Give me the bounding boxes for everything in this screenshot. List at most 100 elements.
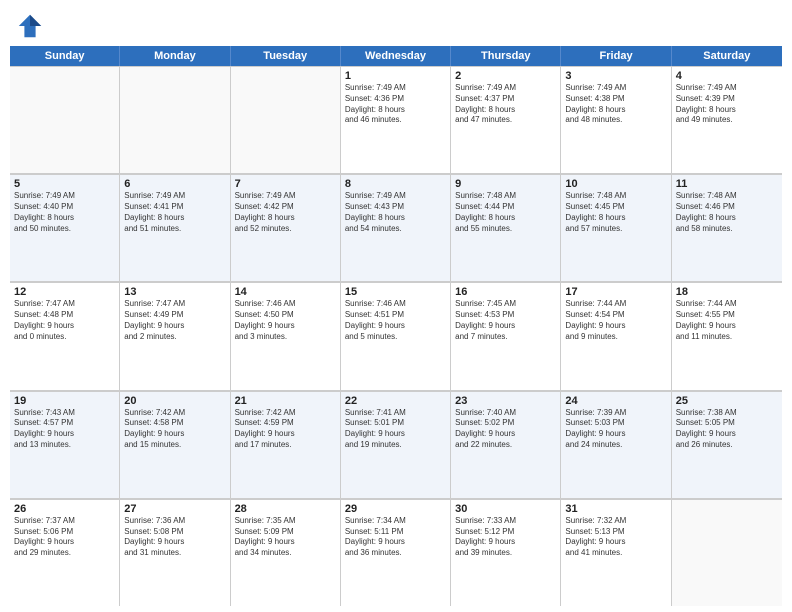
day-info: Sunrise: 7:41 AM Sunset: 5:01 PM Dayligh… [345, 408, 446, 451]
day-info: Sunrise: 7:49 AM Sunset: 4:36 PM Dayligh… [345, 83, 446, 126]
day-number: 17 [565, 286, 666, 298]
day-cell: 17Sunrise: 7:44 AM Sunset: 4:54 PM Dayli… [561, 282, 671, 389]
day-number: 10 [565, 178, 666, 190]
day-number: 27 [124, 503, 225, 515]
day-info: Sunrise: 7:44 AM Sunset: 4:55 PM Dayligh… [676, 299, 778, 342]
day-cell: 21Sunrise: 7:42 AM Sunset: 4:59 PM Dayli… [231, 391, 341, 498]
day-number: 26 [14, 503, 115, 515]
day-number: 9 [455, 178, 556, 190]
day-number: 6 [124, 178, 225, 190]
day-cell: 9Sunrise: 7:48 AM Sunset: 4:44 PM Daylig… [451, 174, 561, 281]
day-header-thursday: Thursday [451, 46, 561, 66]
day-number: 20 [124, 395, 225, 407]
logo [16, 12, 48, 40]
day-number: 23 [455, 395, 556, 407]
day-info: Sunrise: 7:49 AM Sunset: 4:37 PM Dayligh… [455, 83, 556, 126]
day-cell: 15Sunrise: 7:46 AM Sunset: 4:51 PM Dayli… [341, 282, 451, 389]
day-cell: 14Sunrise: 7:46 AM Sunset: 4:50 PM Dayli… [231, 282, 341, 389]
day-number: 30 [455, 503, 556, 515]
day-info: Sunrise: 7:45 AM Sunset: 4:53 PM Dayligh… [455, 299, 556, 342]
weeks: 1Sunrise: 7:49 AM Sunset: 4:36 PM Daylig… [10, 66, 782, 606]
day-header-monday: Monday [120, 46, 230, 66]
day-cell: 31Sunrise: 7:32 AM Sunset: 5:13 PM Dayli… [561, 499, 671, 606]
day-number: 3 [565, 70, 666, 82]
day-header-saturday: Saturday [672, 46, 782, 66]
day-info: Sunrise: 7:49 AM Sunset: 4:41 PM Dayligh… [124, 191, 225, 234]
day-number: 25 [676, 395, 778, 407]
day-cell: 10Sunrise: 7:48 AM Sunset: 4:45 PM Dayli… [561, 174, 671, 281]
day-info: Sunrise: 7:37 AM Sunset: 5:06 PM Dayligh… [14, 516, 115, 559]
day-cell: 3Sunrise: 7:49 AM Sunset: 4:38 PM Daylig… [561, 66, 671, 173]
day-number: 28 [235, 503, 336, 515]
day-number: 15 [345, 286, 446, 298]
day-cell: 8Sunrise: 7:49 AM Sunset: 4:43 PM Daylig… [341, 174, 451, 281]
day-number: 2 [455, 70, 556, 82]
day-info: Sunrise: 7:48 AM Sunset: 4:45 PM Dayligh… [565, 191, 666, 234]
logo-icon [16, 12, 44, 40]
day-cell: 5Sunrise: 7:49 AM Sunset: 4:40 PM Daylig… [10, 174, 120, 281]
calendar: SundayMondayTuesdayWednesdayThursdayFrid… [0, 46, 792, 612]
week-row: 19Sunrise: 7:43 AM Sunset: 4:57 PM Dayli… [10, 391, 782, 499]
day-info: Sunrise: 7:35 AM Sunset: 5:09 PM Dayligh… [235, 516, 336, 559]
week-row: 5Sunrise: 7:49 AM Sunset: 4:40 PM Daylig… [10, 174, 782, 282]
page: SundayMondayTuesdayWednesdayThursdayFrid… [0, 0, 792, 612]
day-number: 5 [14, 178, 115, 190]
day-cell-empty [120, 66, 230, 173]
day-info: Sunrise: 7:42 AM Sunset: 4:59 PM Dayligh… [235, 408, 336, 451]
day-headers: SundayMondayTuesdayWednesdayThursdayFrid… [10, 46, 782, 66]
day-cell: 16Sunrise: 7:45 AM Sunset: 4:53 PM Dayli… [451, 282, 561, 389]
day-info: Sunrise: 7:49 AM Sunset: 4:40 PM Dayligh… [14, 191, 115, 234]
day-number: 7 [235, 178, 336, 190]
day-info: Sunrise: 7:33 AM Sunset: 5:12 PM Dayligh… [455, 516, 556, 559]
week-row: 1Sunrise: 7:49 AM Sunset: 4:36 PM Daylig… [10, 66, 782, 174]
day-number: 12 [14, 286, 115, 298]
day-info: Sunrise: 7:36 AM Sunset: 5:08 PM Dayligh… [124, 516, 225, 559]
day-number: 18 [676, 286, 778, 298]
day-cell: 29Sunrise: 7:34 AM Sunset: 5:11 PM Dayli… [341, 499, 451, 606]
day-info: Sunrise: 7:46 AM Sunset: 4:51 PM Dayligh… [345, 299, 446, 342]
day-cell-empty [10, 66, 120, 173]
day-info: Sunrise: 7:46 AM Sunset: 4:50 PM Dayligh… [235, 299, 336, 342]
day-cell: 22Sunrise: 7:41 AM Sunset: 5:01 PM Dayli… [341, 391, 451, 498]
day-cell: 23Sunrise: 7:40 AM Sunset: 5:02 PM Dayli… [451, 391, 561, 498]
day-cell-empty [672, 499, 782, 606]
day-cell: 28Sunrise: 7:35 AM Sunset: 5:09 PM Dayli… [231, 499, 341, 606]
day-info: Sunrise: 7:47 AM Sunset: 4:48 PM Dayligh… [14, 299, 115, 342]
day-cell: 4Sunrise: 7:49 AM Sunset: 4:39 PM Daylig… [672, 66, 782, 173]
day-cell: 1Sunrise: 7:49 AM Sunset: 4:36 PM Daylig… [341, 66, 451, 173]
day-number: 8 [345, 178, 446, 190]
day-header-sunday: Sunday [10, 46, 120, 66]
day-number: 13 [124, 286, 225, 298]
day-number: 29 [345, 503, 446, 515]
day-cell: 24Sunrise: 7:39 AM Sunset: 5:03 PM Dayli… [561, 391, 671, 498]
day-info: Sunrise: 7:44 AM Sunset: 4:54 PM Dayligh… [565, 299, 666, 342]
day-info: Sunrise: 7:34 AM Sunset: 5:11 PM Dayligh… [345, 516, 446, 559]
day-number: 16 [455, 286, 556, 298]
header [0, 0, 792, 46]
day-info: Sunrise: 7:49 AM Sunset: 4:43 PM Dayligh… [345, 191, 446, 234]
week-row: 26Sunrise: 7:37 AM Sunset: 5:06 PM Dayli… [10, 499, 782, 606]
day-info: Sunrise: 7:42 AM Sunset: 4:58 PM Dayligh… [124, 408, 225, 451]
day-number: 21 [235, 395, 336, 407]
day-cell: 26Sunrise: 7:37 AM Sunset: 5:06 PM Dayli… [10, 499, 120, 606]
day-cell: 30Sunrise: 7:33 AM Sunset: 5:12 PM Dayli… [451, 499, 561, 606]
day-info: Sunrise: 7:38 AM Sunset: 5:05 PM Dayligh… [676, 408, 778, 451]
day-number: 11 [676, 178, 778, 190]
day-info: Sunrise: 7:47 AM Sunset: 4:49 PM Dayligh… [124, 299, 225, 342]
day-number: 14 [235, 286, 336, 298]
day-cell: 18Sunrise: 7:44 AM Sunset: 4:55 PM Dayli… [672, 282, 782, 389]
day-header-tuesday: Tuesday [231, 46, 341, 66]
day-cell: 20Sunrise: 7:42 AM Sunset: 4:58 PM Dayli… [120, 391, 230, 498]
day-cell: 19Sunrise: 7:43 AM Sunset: 4:57 PM Dayli… [10, 391, 120, 498]
day-number: 31 [565, 503, 666, 515]
week-row: 12Sunrise: 7:47 AM Sunset: 4:48 PM Dayli… [10, 282, 782, 390]
day-info: Sunrise: 7:43 AM Sunset: 4:57 PM Dayligh… [14, 408, 115, 451]
day-cell: 11Sunrise: 7:48 AM Sunset: 4:46 PM Dayli… [672, 174, 782, 281]
day-cell: 12Sunrise: 7:47 AM Sunset: 4:48 PM Dayli… [10, 282, 120, 389]
day-info: Sunrise: 7:39 AM Sunset: 5:03 PM Dayligh… [565, 408, 666, 451]
day-number: 22 [345, 395, 446, 407]
day-header-friday: Friday [561, 46, 671, 66]
day-cell: 2Sunrise: 7:49 AM Sunset: 4:37 PM Daylig… [451, 66, 561, 173]
day-cell: 6Sunrise: 7:49 AM Sunset: 4:41 PM Daylig… [120, 174, 230, 281]
day-info: Sunrise: 7:49 AM Sunset: 4:42 PM Dayligh… [235, 191, 336, 234]
